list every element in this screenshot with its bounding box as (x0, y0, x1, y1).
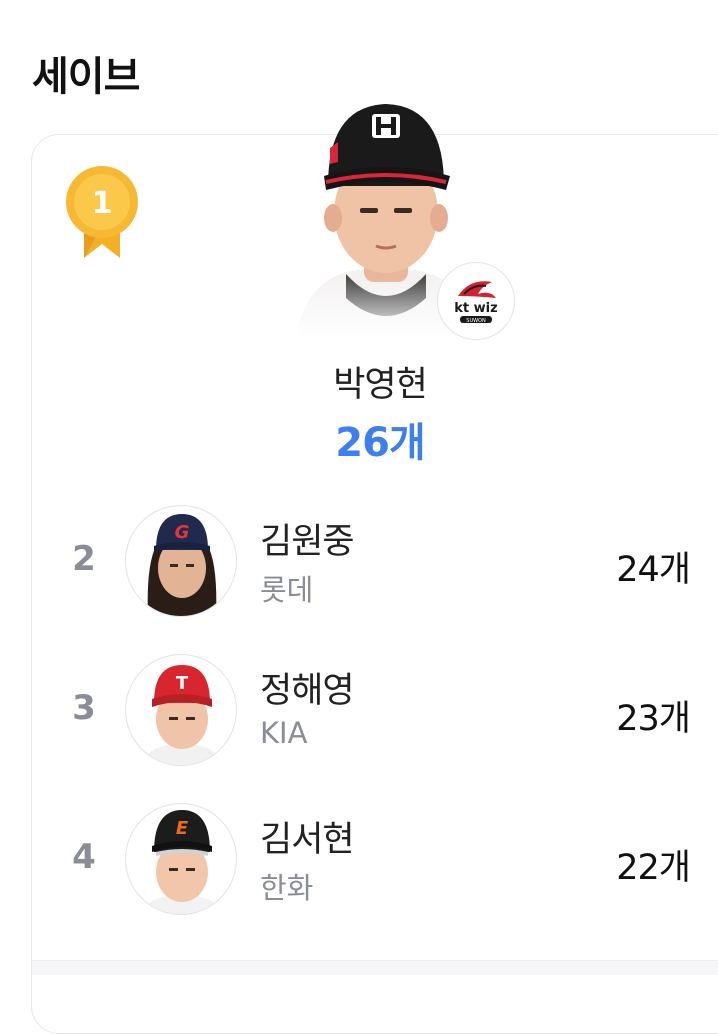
player-value: 23개 (616, 699, 691, 739)
player-name[interactable]: 정해영 (260, 662, 355, 713)
medal-rank: 1 (92, 186, 113, 221)
ranking-row[interactable]: 4 E 김서현 한화 22개 (0, 803, 718, 915)
kt-wiz-team-logo: kt wiz SUWON (437, 262, 515, 340)
player-value: 22개 (616, 848, 691, 888)
rank-number: 2 (72, 539, 96, 579)
page-title: 세이브 (32, 54, 140, 100)
player-team: KIA (260, 716, 308, 750)
player-value: 24개 (616, 550, 691, 590)
card-footer (32, 961, 718, 975)
team-logo-text: kt wiz (454, 301, 497, 316)
svg-text:G: G (175, 522, 190, 543)
gold-medal-icon: 1 (64, 164, 140, 264)
player-team: 한화 (260, 871, 314, 905)
leader-value: 26개 (335, 420, 425, 466)
svg-text:T: T (176, 673, 189, 694)
player-avatar[interactable]: G (125, 505, 237, 617)
player-name[interactable]: 김서현 (260, 811, 355, 862)
player-avatar[interactable]: E (125, 803, 237, 915)
rank-number: 3 (72, 688, 96, 728)
team-logo-sub: SUWON (466, 318, 486, 324)
ranking-row[interactable]: 2 G 김원중 롯데 24개 (0, 505, 718, 617)
player-name[interactable]: 김원중 (260, 513, 355, 564)
player-avatar[interactable]: T (125, 654, 237, 766)
player-team: 롯데 (260, 573, 314, 607)
rank-number: 4 (72, 837, 96, 877)
svg-text:E: E (176, 818, 189, 839)
ranking-row[interactable]: 3 T 정해영 KIA 23개 (0, 654, 718, 766)
leader-name[interactable]: 박영현 (230, 356, 530, 407)
